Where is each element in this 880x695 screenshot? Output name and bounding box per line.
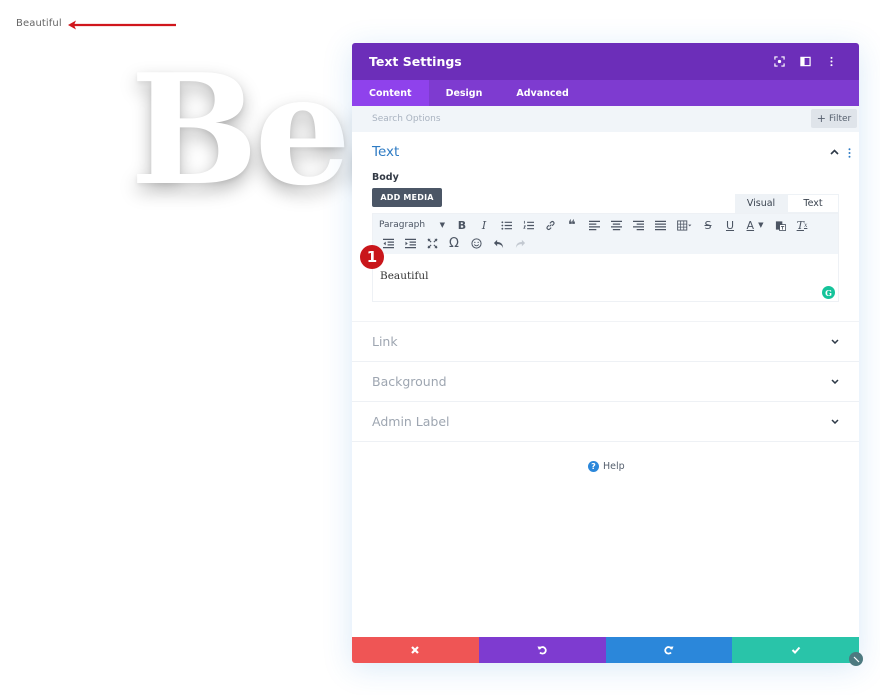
search-options-input[interactable] <box>372 114 672 124</box>
filter-button[interactable]: + Filter <box>811 109 857 128</box>
editor-content-area[interactable]: Beautiful G <box>373 254 838 303</box>
section-background-title: Background <box>372 374 447 389</box>
search-row: + Filter <box>352 106 859 132</box>
align-center-icon[interactable] <box>605 216 627 234</box>
visual-mode-tab[interactable]: Visual <box>735 194 787 213</box>
section-more-icon[interactable] <box>848 148 851 158</box>
section-admin-label-title: Admin Label <box>372 414 450 429</box>
numbered-list-icon[interactable] <box>517 216 539 234</box>
format-select-value: Paragraph <box>379 220 426 230</box>
close-icon <box>411 646 420 654</box>
filter-label: Filter <box>828 113 852 124</box>
add-media-button[interactable]: ADD MEDIA <box>372 188 442 207</box>
justify-icon[interactable] <box>649 216 671 234</box>
align-left-icon[interactable] <box>583 216 605 234</box>
save-button[interactable] <box>732 637 859 663</box>
undo-button[interactable] <box>478 637 606 663</box>
bold-icon[interactable]: B <box>451 216 473 234</box>
cancel-button[interactable] <box>352 637 479 663</box>
section-link[interactable]: Link <box>352 322 859 362</box>
format-select[interactable]: Paragraph ▼ <box>377 220 451 230</box>
chevron-down-icon <box>831 379 839 384</box>
fullscreen-icon[interactable] <box>421 234 443 252</box>
split-view-icon[interactable] <box>794 51 816 73</box>
tab-content[interactable]: Content <box>352 80 429 106</box>
tab-advanced[interactable]: Advanced <box>499 80 585 106</box>
section-link-title: Link <box>372 334 398 349</box>
redo-icon <box>664 646 674 655</box>
plus-icon: + <box>816 112 826 125</box>
italic-icon[interactable]: I <box>473 216 495 234</box>
help-label: Help <box>603 461 625 472</box>
strikethrough-icon[interactable]: S <box>697 216 719 234</box>
underline-icon[interactable]: U <box>719 216 741 234</box>
panel-header: Text Settings <box>352 43 859 80</box>
editor-content-text: Beautiful <box>380 270 429 282</box>
paste-as-text-icon[interactable] <box>769 216 791 234</box>
grammarly-icon[interactable]: G <box>822 286 835 299</box>
body-label: Body <box>372 172 399 183</box>
page-canvas: Beautiful Bea Text Settings Content Desi… <box>0 0 880 695</box>
redo-button[interactable] <box>605 637 733 663</box>
caret-down-icon: ▼ <box>439 221 445 229</box>
chevron-down-icon <box>831 419 839 424</box>
blockquote-icon[interactable]: ❝ <box>561 216 583 234</box>
clear-formatting-icon[interactable]: Tx <box>791 216 813 234</box>
rich-text-editor: Paragraph ▼ B I ❝ S U A ▼ T x Ω Beautifu… <box>372 213 839 302</box>
table-icon[interactable] <box>671 216 697 234</box>
editor-mode-tabs: Visual Text <box>735 194 839 213</box>
redo-icon[interactable] <box>509 234 531 252</box>
help-link[interactable]: ? Help <box>588 461 625 472</box>
more-vertical-icon[interactable] <box>820 51 842 73</box>
undo-icon[interactable] <box>487 234 509 252</box>
section-admin-label[interactable]: Admin Label <box>352 402 859 442</box>
small-text-preview: Beautiful <box>16 18 62 29</box>
link-icon[interactable] <box>539 216 561 234</box>
text-color-icon[interactable]: A ▼ <box>741 216 769 234</box>
tab-design[interactable]: Design <box>429 80 500 106</box>
align-right-icon[interactable] <box>627 216 649 234</box>
section-background[interactable]: Background <box>352 362 859 402</box>
special-character-icon[interactable]: Ω <box>443 234 465 252</box>
text-mode-tab[interactable]: Text <box>787 194 839 213</box>
bulleted-list-icon[interactable] <box>495 216 517 234</box>
step-badge: 1 <box>360 245 384 269</box>
emoji-icon[interactable] <box>465 234 487 252</box>
resize-handle[interactable] <box>849 652 863 666</box>
chevron-up-icon[interactable] <box>830 149 839 155</box>
chevron-down-icon <box>831 339 839 344</box>
help-icon: ? <box>588 461 599 472</box>
section-text-title[interactable]: Text <box>372 144 399 160</box>
editor-toolbar: Paragraph ▼ B I ❝ S U A ▼ T x Ω <box>373 214 838 254</box>
red-arrow-icon <box>68 20 176 30</box>
check-icon <box>791 646 800 654</box>
undo-icon <box>537 646 547 655</box>
panel-footer <box>352 637 859 663</box>
panel-tabs: Content Design Advanced <box>352 80 859 106</box>
indent-icon[interactable] <box>399 234 421 252</box>
text-settings-panel: Text Settings Content Design Advanced + … <box>352 43 863 666</box>
focus-icon[interactable] <box>768 51 790 73</box>
panel-title: Text Settings <box>369 54 462 69</box>
resize-icon <box>853 656 859 662</box>
